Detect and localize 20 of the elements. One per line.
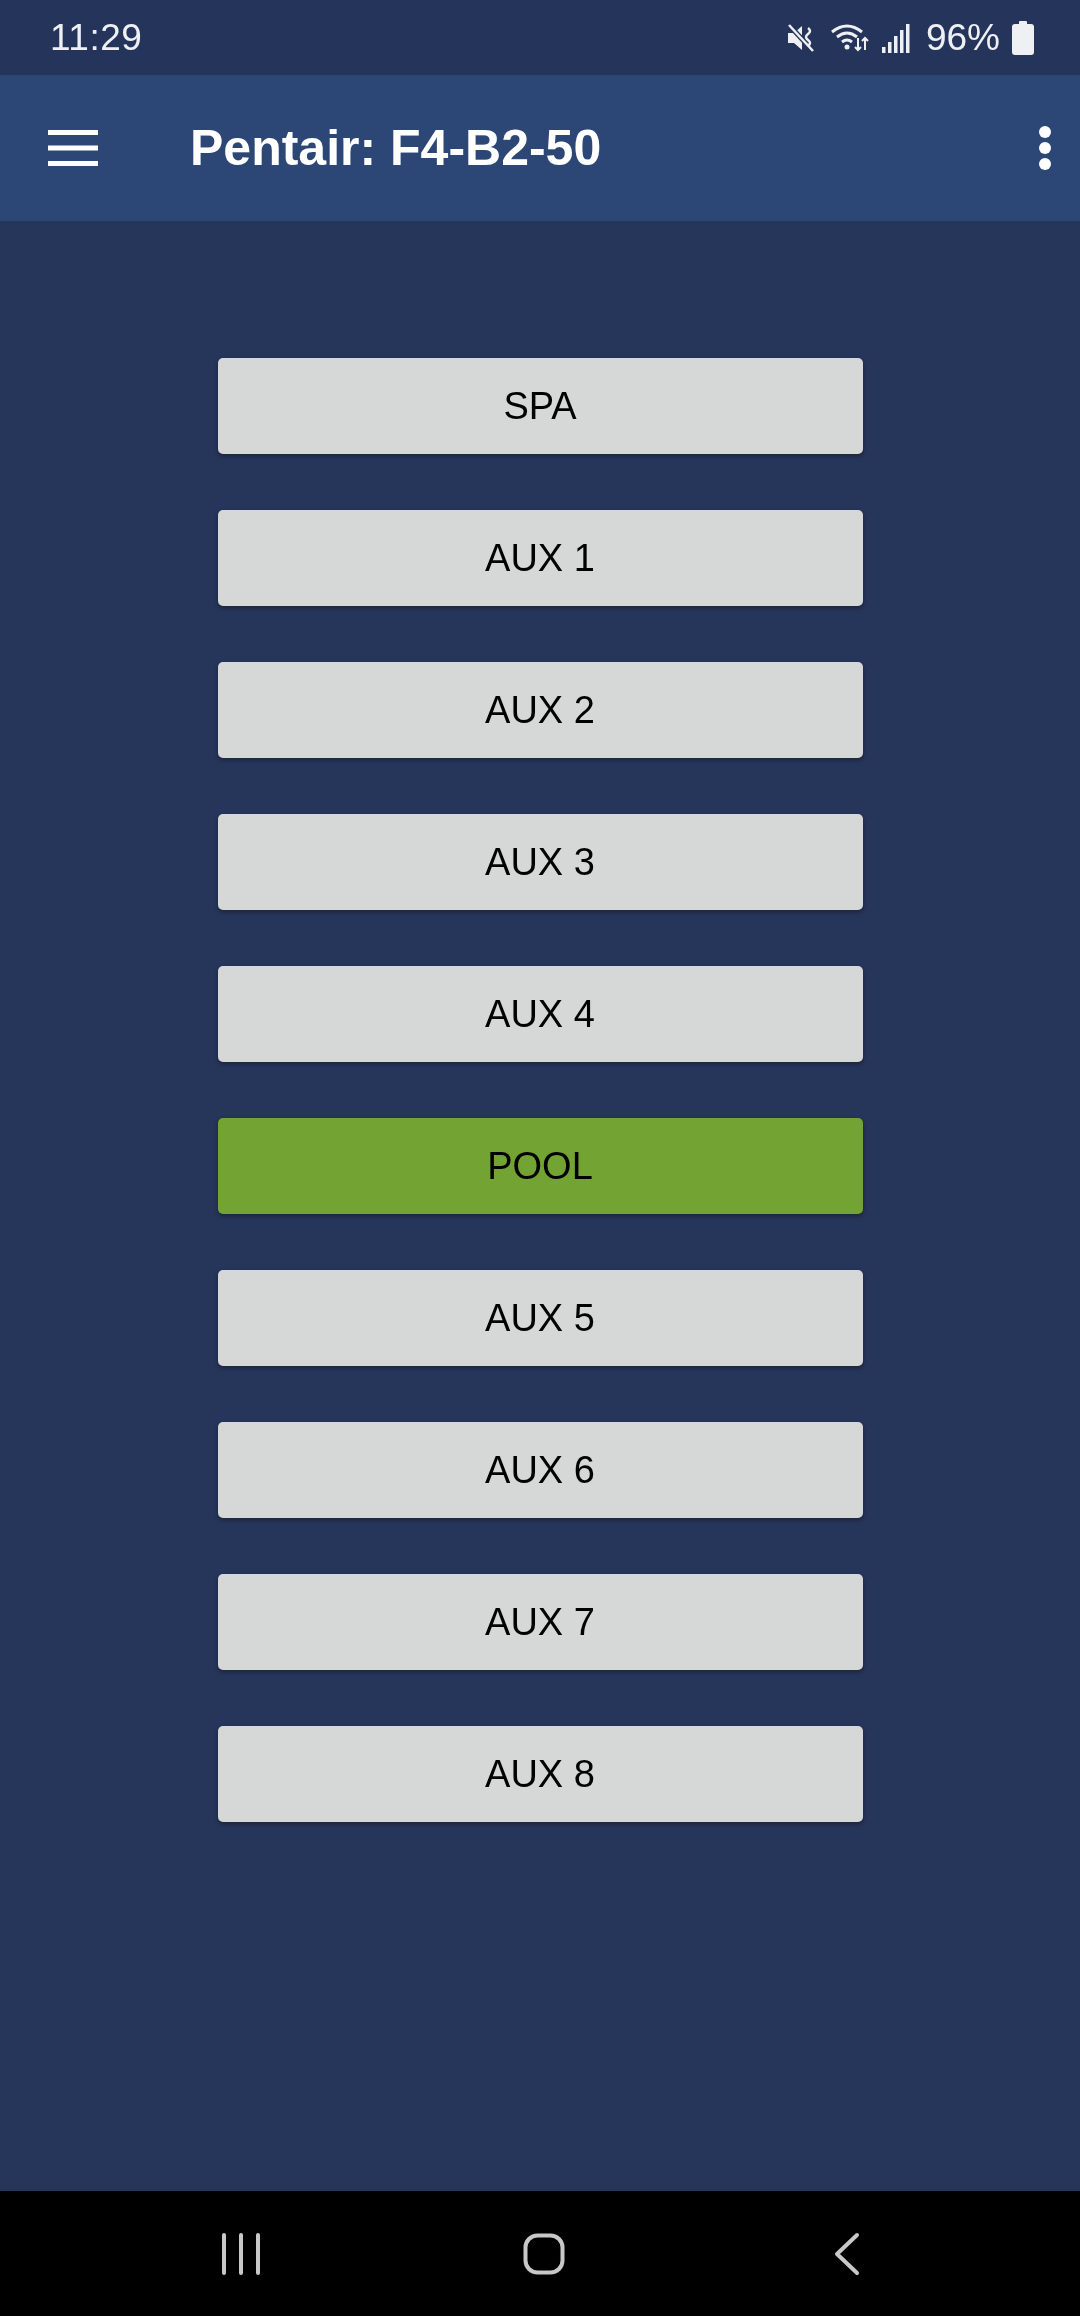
status-time: 11:29 [50,16,143,59]
more-options-icon[interactable] [1038,125,1052,171]
signal-icon [881,22,910,53]
recent-apps-icon[interactable] [220,2232,261,2275]
home-icon[interactable] [522,2232,565,2275]
toggle-button[interactable]: AUX 3 [217,814,863,910]
toggle-button[interactable]: AUX 7 [217,1574,863,1670]
toggle-button[interactable]: AUX 8 [217,1726,863,1822]
battery-percent: 96% [925,16,1000,59]
toggle-button[interactable]: AUX 5 [217,1270,863,1366]
back-icon[interactable] [833,2231,860,2276]
menu-icon[interactable] [48,130,98,166]
toggle-button[interactable]: SPA [217,358,863,454]
app-title: Pentair: F4-B2-50 [190,119,602,177]
battery-icon [1012,20,1034,55]
toggle-button[interactable]: POOL [217,1118,863,1214]
toggle-button[interactable]: AUX 1 [217,510,863,606]
toggle-button[interactable]: AUX 6 [217,1422,863,1518]
toggle-button[interactable]: AUX 2 [217,662,863,758]
toggle-button[interactable]: AUX 4 [217,966,863,1062]
